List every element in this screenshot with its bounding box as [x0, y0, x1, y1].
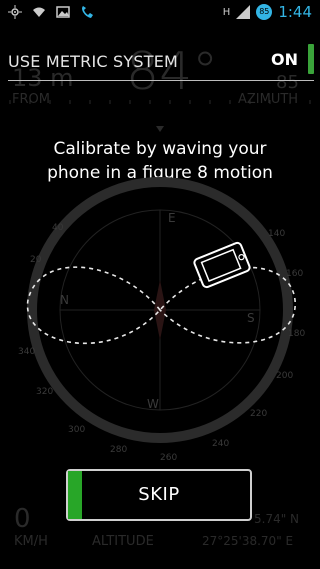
degree-label-240: 240 [212, 439, 229, 449]
status-left-icons [8, 4, 94, 19]
bg-speed-label: KM/H [14, 534, 48, 549]
heading-ruler [9, 100, 311, 132]
degree-label-40: 40 [52, 223, 64, 233]
compass-letter-e: E [168, 211, 176, 225]
compass-letter-w: W [147, 397, 159, 411]
degree-label-180: 180 [288, 329, 305, 339]
degree-label-160: 160 [286, 269, 303, 279]
wifi-icon [32, 4, 46, 18]
signal-type-label: H [222, 6, 231, 18]
skip-label: SKIP [138, 484, 180, 505]
phone-icon [193, 241, 251, 289]
degree-label-340: 340 [18, 347, 35, 357]
metric-system-label: USE METRIC SYSTEM [8, 52, 179, 71]
compass-letter-n: N [60, 293, 69, 307]
status-bar: H 85 1:44 [0, 0, 320, 25]
compass-letter-s: S [247, 311, 255, 325]
skip-button[interactable]: SKIP [66, 469, 252, 521]
degree-label-260: 260 [160, 453, 177, 463]
degree-label-140: 140 [268, 229, 285, 239]
metric-system-setting[interactable]: USE METRIC SYSTEM ON [0, 44, 320, 86]
degree-label-280: 280 [110, 445, 127, 455]
bg-altitude-label: ALTITUDE [92, 534, 154, 549]
degree-label-320: 320 [36, 387, 53, 397]
status-clock: 1:44 [278, 3, 312, 21]
signal-icon [236, 5, 251, 19]
metric-divider [8, 80, 314, 81]
image-icon [56, 4, 70, 18]
metric-toggle-indicator[interactable] [308, 44, 314, 74]
status-right-icons: H 85 1:44 [223, 3, 312, 21]
call-icon [80, 4, 94, 18]
gps-icon [8, 4, 22, 19]
bg-coord-n: 5.74" N [254, 512, 300, 526]
calibration-line-1: Calibrate by waving your [53, 139, 267, 159]
battery-icon: 85 [256, 4, 273, 20]
metric-system-state[interactable]: ON [271, 50, 298, 69]
degree-label-200: 200 [276, 371, 293, 381]
bg-speed: 0 [14, 504, 31, 534]
degree-label-220: 220 [250, 409, 267, 419]
compass-dial: E N S W 40 20 340 320 300 280 260 240 22… [18, 177, 305, 463]
degree-label-20: 20 [30, 255, 42, 265]
degree-label-300: 300 [68, 425, 85, 435]
bg-coord-e: 27°25'38.70" E [202, 534, 294, 548]
